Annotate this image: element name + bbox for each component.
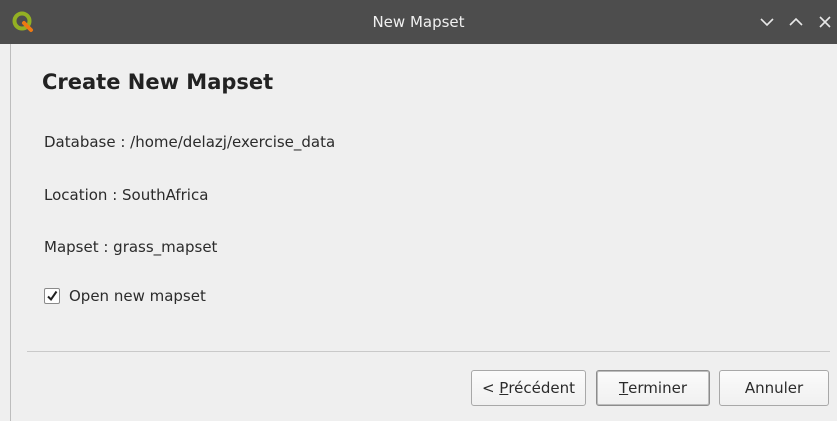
previous-button-label: récédent xyxy=(508,379,576,397)
previous-button[interactable]: < Précédent xyxy=(471,370,586,406)
location-label: Location : SouthAfrica xyxy=(44,186,209,204)
cancel-button[interactable]: Annuler xyxy=(719,370,829,406)
finish-button-label: erminer xyxy=(628,379,687,397)
minimize-icon[interactable] xyxy=(755,10,779,34)
finish-button[interactable]: Terminer xyxy=(596,370,710,406)
wizard-page: Create New Mapset Database : /home/delaz… xyxy=(10,44,837,421)
open-new-mapset-checkbox[interactable]: Open new mapset xyxy=(44,286,206,306)
window-title: New Mapset xyxy=(372,13,465,31)
database-label: Database : /home/delazj/exercise_data xyxy=(44,133,336,151)
finish-button-mnemonic: T xyxy=(619,379,629,397)
button-separator xyxy=(27,351,830,352)
page-title: Create New Mapset xyxy=(42,70,274,94)
open-new-mapset-label: Open new mapset xyxy=(69,287,206,305)
mapset-label: Mapset : grass_mapset xyxy=(44,238,218,256)
title-bar[interactable]: New Mapset xyxy=(0,0,837,44)
checkbox-checked-icon[interactable] xyxy=(44,288,60,304)
maximize-icon[interactable] xyxy=(784,10,808,34)
previous-button-mnemonic: P xyxy=(499,379,509,397)
close-icon[interactable] xyxy=(813,10,837,34)
new-mapset-dialog: New Mapset Create New Mapset Database : … xyxy=(0,0,837,421)
previous-button-prefix: < xyxy=(481,379,500,397)
